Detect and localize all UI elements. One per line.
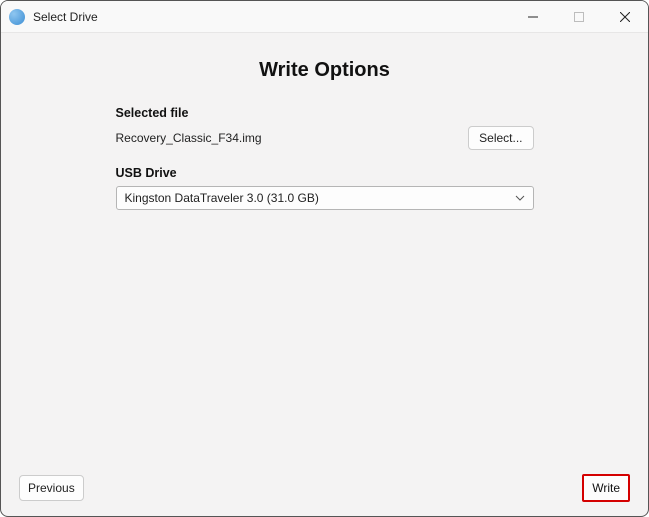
page-heading: Write Options (1, 59, 648, 82)
write-button[interactable]: Write (582, 474, 630, 502)
form-area: Selected file Recovery_Classic_F34.img S… (116, 106, 534, 210)
selected-file-row: Recovery_Classic_F34.img Select... (116, 126, 534, 150)
footer: Previous Write (19, 474, 630, 502)
select-file-button[interactable]: Select... (468, 126, 533, 150)
usb-drive-dropdown[interactable]: Kingston DataTraveler 3.0 (31.0 GB) (116, 186, 534, 210)
minimize-icon (528, 12, 538, 22)
usb-drive-label: USB Drive (116, 166, 534, 180)
close-icon (620, 12, 630, 22)
window-title: Select Drive (33, 10, 510, 24)
app-window: Select Drive Write Options Selected file… (0, 0, 649, 517)
minimize-button[interactable] (510, 1, 556, 32)
close-button[interactable] (602, 1, 648, 32)
previous-button[interactable]: Previous (19, 475, 84, 501)
app-icon (9, 9, 25, 25)
usb-section: USB Drive Kingston DataTraveler 3.0 (31.… (116, 166, 534, 210)
usb-drive-selected: Kingston DataTraveler 3.0 (31.0 GB) (125, 191, 319, 205)
maximize-icon (574, 12, 584, 22)
content-area: Write Options Selected file Recovery_Cla… (1, 33, 648, 516)
selected-file-value: Recovery_Classic_F34.img (116, 131, 262, 145)
window-controls (510, 1, 648, 32)
titlebar: Select Drive (1, 1, 648, 33)
maximize-button[interactable] (556, 1, 602, 32)
selected-file-label: Selected file (116, 106, 534, 120)
chevron-down-icon (515, 193, 525, 204)
